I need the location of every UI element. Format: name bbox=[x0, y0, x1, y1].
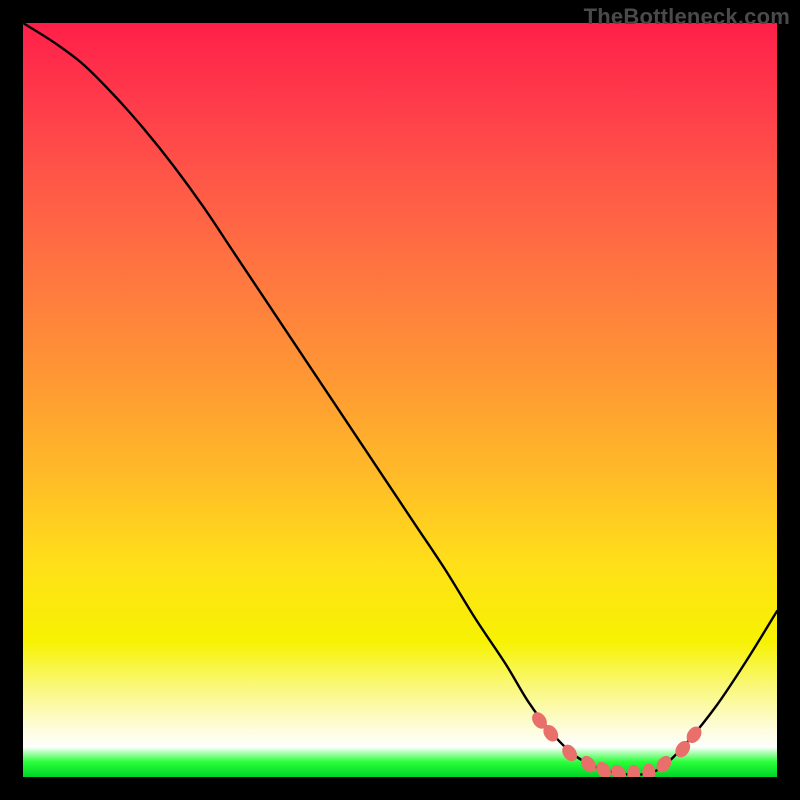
chart-frame: TheBottleneck.com bbox=[0, 0, 800, 800]
curve-layer bbox=[23, 23, 777, 777]
bead-marker bbox=[608, 762, 629, 777]
watermark-text: TheBottleneck.com bbox=[584, 4, 790, 30]
bead-marker bbox=[653, 753, 674, 775]
beads-group bbox=[529, 709, 705, 777]
bead-marker bbox=[627, 765, 640, 777]
plot-area bbox=[23, 23, 777, 777]
bottleneck-curve bbox=[23, 23, 777, 775]
bead-marker bbox=[593, 759, 614, 777]
bead-marker bbox=[642, 763, 655, 777]
bead-marker bbox=[578, 753, 599, 775]
